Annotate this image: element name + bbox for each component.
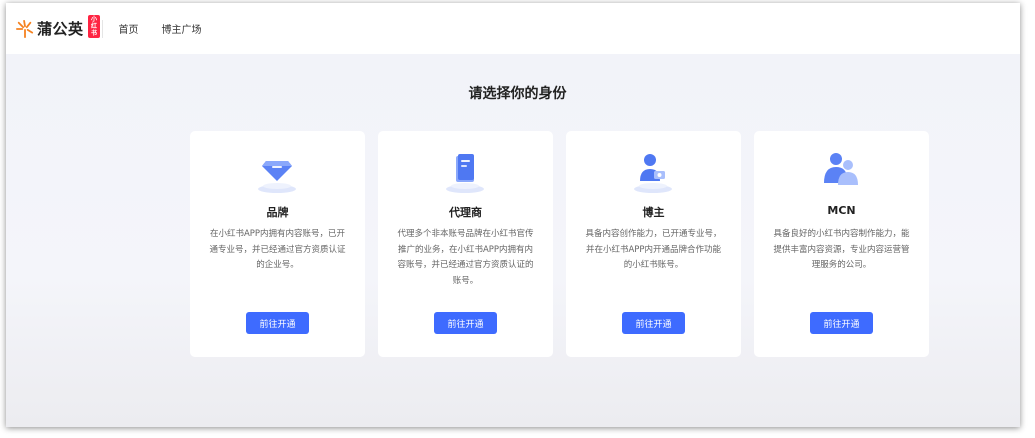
- document-icon: [446, 154, 484, 193]
- card-description: 在小红书APP内拥有内容账号，已开通专业号，并已经通过官方资质认证的企业号。: [209, 229, 346, 270]
- logo[interactable]: 蒲公英 小红书: [16, 3, 101, 54]
- card-title: 代理商: [449, 206, 482, 219]
- logo-badge: 小红书: [88, 15, 101, 38]
- blogger-icon: [634, 154, 672, 193]
- card-title: 博主: [642, 206, 665, 219]
- main-nav: 首页 博主广场: [119, 21, 225, 36]
- dandelion-logo-icon: [16, 19, 34, 38]
- open-brand-button[interactable]: 前往开通: [246, 312, 309, 334]
- card-title: 品牌: [266, 206, 289, 219]
- identity-card-brand: 品牌 在小红书APP内拥有内容账号，已开通专业号，并已经通过官方资质认证的企业号…: [190, 131, 365, 357]
- identity-card-blogger: 博主 具备内容创作能力，已开通专业号，并在小红书APP内开通品牌合作功能的小红书…: [566, 131, 741, 357]
- card-title: MCN: [827, 204, 856, 217]
- nav-item-home[interactable]: 首页: [119, 21, 139, 36]
- diamond-icon: [258, 161, 296, 193]
- identity-card-list: 品牌 在小红书APP内拥有内容账号，已开通专业号，并已经通过官方资质认证的企业号…: [190, 131, 929, 357]
- card-description: 具备良好的小红书内容制作能力，能提供丰富内容资源，专业内容运营管理服务的公司。: [773, 229, 910, 270]
- open-mcn-button[interactable]: 前往开通: [810, 312, 873, 334]
- card-description: 具备内容创作能力，已开通专业号，并在小红书APP内开通品牌合作功能的小红书账号。: [585, 229, 722, 270]
- open-blogger-button[interactable]: 前往开通: [622, 312, 685, 334]
- logo-text: 蒲公英: [37, 20, 84, 38]
- identity-card-mcn: MCN 具备良好的小红书内容制作能力，能提供丰富内容资源，专业内容运营管理服务的…: [754, 131, 929, 357]
- identity-card-agency: 代理商 代理多个非本账号品牌在小红书官传推广的业务，在小红书APP内拥有内容账号…: [378, 131, 553, 357]
- open-agency-button[interactable]: 前往开通: [434, 312, 497, 334]
- page-title: 请选择你的身份: [468, 86, 567, 102]
- header-divider: [101, 19, 103, 38]
- mcn-icon: [824, 153, 858, 185]
- top-navigation-bar: 蒲公英 小红书 首页 博主广场: [6, 3, 1020, 54]
- card-description: 代理多个非本账号品牌在小红书官传推广的业务，在小红书APP内拥有内容账号，并已经…: [397, 229, 534, 286]
- nav-item-blogger-plaza[interactable]: 博主广场: [162, 21, 202, 36]
